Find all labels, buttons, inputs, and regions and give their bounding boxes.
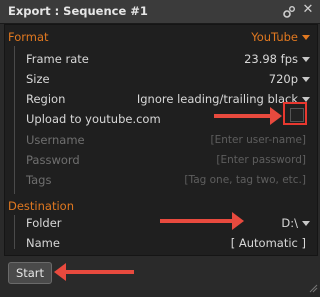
annotation-arrow-folder: [160, 212, 244, 230]
folder-dropdown-caret[interactable]: [302, 221, 310, 226]
password-label: Password: [26, 153, 80, 167]
start-button[interactable]: Start: [8, 262, 52, 284]
size-value[interactable]: 720p: [269, 72, 298, 86]
frame-rate-value[interactable]: 23.98 fps: [244, 52, 298, 66]
resize-grip-icon[interactable]: [308, 278, 318, 293]
tags-input[interactable]: [Tag one, tag two, etc.]: [184, 174, 306, 186]
close-icon[interactable]: ✕: [300, 2, 316, 18]
format-dropdown-caret[interactable]: [302, 35, 310, 40]
size-dropdown-caret[interactable]: [302, 77, 310, 82]
frame-rate-label: Frame rate: [26, 52, 89, 66]
destination-tree-line: [14, 215, 15, 249]
region-value[interactable]: Ignore leading/trailing black: [137, 92, 298, 106]
folder-label: Folder: [26, 216, 62, 230]
password-input[interactable]: [Enter password]: [216, 154, 306, 166]
export-panel: Export : Sequence #1 ✕ Format YouTube Fr…: [0, 0, 320, 293]
format-section-label: Format: [8, 30, 49, 44]
format-value[interactable]: YouTube: [251, 30, 298, 44]
region-label: Region: [26, 92, 66, 106]
title-bar: Export : Sequence #1 ✕: [0, 0, 320, 24]
username-label: Username: [26, 133, 85, 147]
username-input[interactable]: [Enter user-name]: [210, 134, 306, 146]
name-label: Name: [26, 236, 60, 250]
gear-icon[interactable]: [282, 4, 296, 18]
annotation-highlight-box: [283, 102, 307, 125]
tags-label: Tags: [26, 173, 52, 187]
format-tree-line: [14, 46, 15, 194]
window-title: Export : Sequence #1: [8, 4, 148, 18]
size-label: Size: [26, 72, 50, 86]
annotation-arrow-checkbox: [214, 107, 282, 125]
name-value[interactable]: [ Automatic ]: [231, 236, 306, 250]
frame-rate-dropdown-caret[interactable]: [302, 57, 310, 62]
annotation-arrow-start: [54, 263, 134, 281]
destination-section-label: Destination: [8, 199, 74, 213]
folder-value[interactable]: D:\: [281, 216, 298, 230]
upload-label: Upload to youtube.com: [26, 112, 161, 126]
